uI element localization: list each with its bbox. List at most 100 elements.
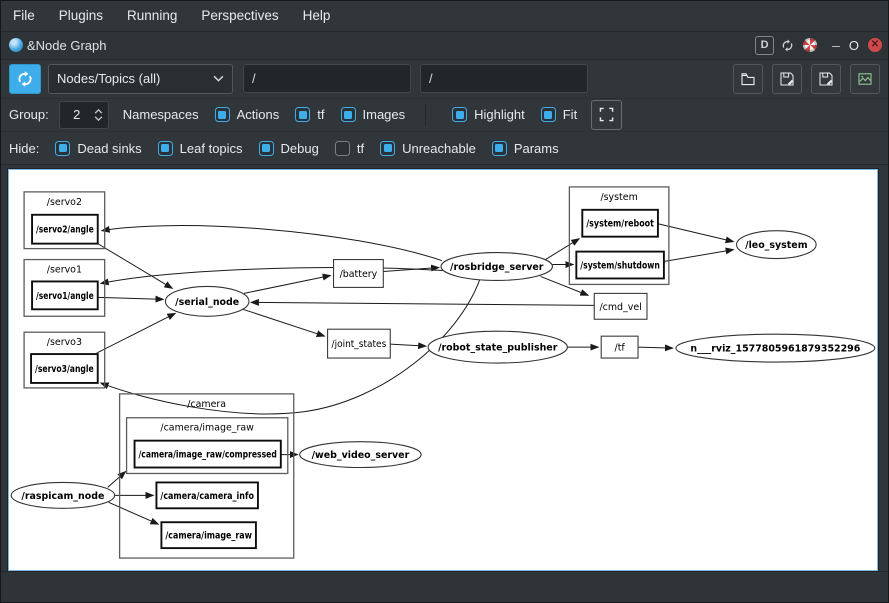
checkbox-tf[interactable]: tf (335, 141, 364, 156)
checkbox-tf[interactable]: tf (295, 107, 324, 122)
checkbox-highlight[interactable]: Highlight (452, 107, 525, 122)
graph-node-servo3-angle: /servo3/angle (31, 354, 98, 383)
graph-edge-raspicam-node-to-camera-image-raw-compressed (108, 472, 126, 488)
fit-view-icon (599, 107, 614, 122)
graph-node-system-shutdown: /system/shutdown (576, 252, 664, 279)
chevron-down-icon (213, 75, 224, 82)
save-icon (779, 71, 795, 87)
graph-label: n___rviz_1577805961879352296 (690, 344, 860, 355)
graph-label: /servo1/angle (36, 291, 94, 302)
graph-label: /battery (340, 269, 378, 280)
graph-node-cmd-vel: /cmd_vel (594, 294, 647, 320)
hide-label: Hide: (9, 141, 39, 156)
checked-checkbox-icon[interactable] (158, 141, 173, 156)
graph-label: /system/reboot (586, 219, 654, 230)
graph-label: /leo_system (745, 240, 808, 251)
graph-edge-servo1-angle-to-serial-node (98, 298, 164, 300)
graph-node-camera-image-raw-compressed: /camera/image_raw/compressed (135, 441, 281, 468)
graph-label: /camera/image_raw (165, 531, 252, 542)
filter-mode-value: Nodes/Topics (all) (57, 71, 160, 86)
graph-label: /system (600, 192, 637, 203)
checked-checkbox-icon[interactable] (492, 141, 507, 156)
node-graph-canvas[interactable]: /servo2/servo2/angle/servo1/servo1/angle… (8, 169, 878, 571)
checkbox-debug[interactable]: Debug (259, 141, 319, 156)
menu-help[interactable]: Help (291, 3, 343, 28)
chevron-up-icon (94, 109, 103, 114)
graph-label: /joint_states (332, 339, 387, 350)
unchecked-checkbox-icon[interactable] (335, 141, 350, 156)
help-icon[interactable] (801, 37, 818, 54)
graph-node-raspicam-node: /raspicam_node (11, 483, 114, 509)
checked-checkbox-icon[interactable] (452, 107, 467, 122)
graph-node-web-video-server: /web_video_server (300, 442, 421, 468)
maximize-button[interactable]: O (849, 38, 859, 53)
rqt-window: File Plugins Running Perspectives Help &… (0, 0, 889, 603)
load-dot-button[interactable] (733, 64, 763, 94)
menu-running[interactable]: Running (115, 3, 189, 28)
save-dot-button[interactable] (772, 64, 802, 94)
graph-edge-rosbridge-server-to-servo2-angle (102, 226, 442, 261)
checked-checkbox-icon[interactable] (341, 107, 356, 122)
graph-node-battery: /battery (334, 260, 384, 288)
graph-label: /servo1 (47, 265, 82, 276)
checked-checkbox-icon[interactable] (55, 141, 70, 156)
graph-edge-cmd-vel-to-serial-node (251, 302, 594, 305)
graph-label: /serial_node (175, 297, 239, 308)
checked-checkbox-icon[interactable] (541, 107, 556, 122)
open-folder-icon (740, 71, 756, 87)
checkbox-leaf-topics[interactable]: Leaf topics (158, 141, 243, 156)
hide-checkboxes: Dead sinks Leaf topics Debug tf Unreachable P… (39, 141, 558, 156)
filter-mode-select[interactable]: Nodes/Topics (all) (48, 64, 233, 94)
checkbox-label: Fit (563, 107, 577, 122)
menu-plugins[interactable]: Plugins (47, 3, 115, 28)
graph-node-serial-node: /serial_node (165, 287, 249, 317)
save-svg-button[interactable] (811, 64, 841, 94)
graph-label: /camera/image_raw/compressed (139, 450, 277, 461)
menu-file[interactable]: File (11, 3, 47, 28)
topic-filter-input[interactable] (420, 64, 588, 93)
checkbox-unreachable[interactable]: Unreachable (380, 141, 476, 156)
checkbox-fit[interactable]: Fit (541, 107, 577, 122)
save-icon (818, 71, 834, 87)
graph-label: /servo2/angle (36, 225, 94, 236)
panel-title: &Node Graph (27, 38, 750, 53)
graph-edge-rosbridge-server-to-system-reboot (545, 239, 579, 260)
node-filter-input[interactable] (243, 64, 411, 93)
checkbox-dead-sinks[interactable]: Dead sinks (55, 141, 141, 156)
graph-node-joint-states: /joint_states (328, 329, 391, 358)
hide-toolbar: Hide: Dead sinks Leaf topics Debug tf Unreac… (1, 132, 888, 165)
status-area (1, 571, 888, 602)
checkbox-label: Params (514, 141, 559, 156)
group-spinbox-value: 2 (60, 107, 94, 122)
minimize-button[interactable]: – (832, 40, 840, 50)
float-icon[interactable] (779, 37, 796, 54)
graph-edge-serial-node-to-joint-states (243, 309, 325, 336)
app-icon (9, 38, 23, 52)
checkbox-label: Dead sinks (77, 141, 141, 156)
spinbox-arrows[interactable] (94, 109, 108, 121)
checkbox-label: Highlight (474, 107, 525, 122)
save-image-button[interactable] (850, 64, 880, 94)
graph-label: /tf (615, 343, 626, 354)
checked-checkbox-icon[interactable] (380, 141, 395, 156)
checked-checkbox-icon[interactable] (215, 107, 230, 122)
node-graph: /servo2/servo2/angle/servo1/servo1/angle… (9, 170, 877, 570)
graph-node-system-reboot: /system/reboot (582, 210, 658, 237)
graph-label: /web_video_server (312, 450, 410, 461)
graph-edge-joint-states-to-robot-state-publisher (390, 344, 426, 346)
checkbox-params[interactable]: Params (492, 141, 559, 156)
image-icon (857, 71, 873, 87)
graph-node-robot-state-publisher: /robot_state_publisher (428, 331, 567, 363)
checked-checkbox-icon[interactable] (295, 107, 310, 122)
refresh-graph-button[interactable] (9, 64, 41, 94)
checkbox-images[interactable]: Images (341, 107, 406, 122)
dock-button[interactable]: D (755, 36, 774, 55)
graph-label: /servo2 (47, 197, 82, 208)
checkbox-actions[interactable]: Actions (215, 107, 280, 122)
fit-in-view-button[interactable] (591, 100, 622, 130)
menu-perspectives[interactable]: Perspectives (189, 3, 290, 28)
group-spinbox[interactable]: 2 (59, 101, 109, 129)
graph-label: /camera (187, 399, 226, 410)
close-button[interactable]: ✕ (868, 38, 882, 52)
checked-checkbox-icon[interactable] (259, 141, 274, 156)
